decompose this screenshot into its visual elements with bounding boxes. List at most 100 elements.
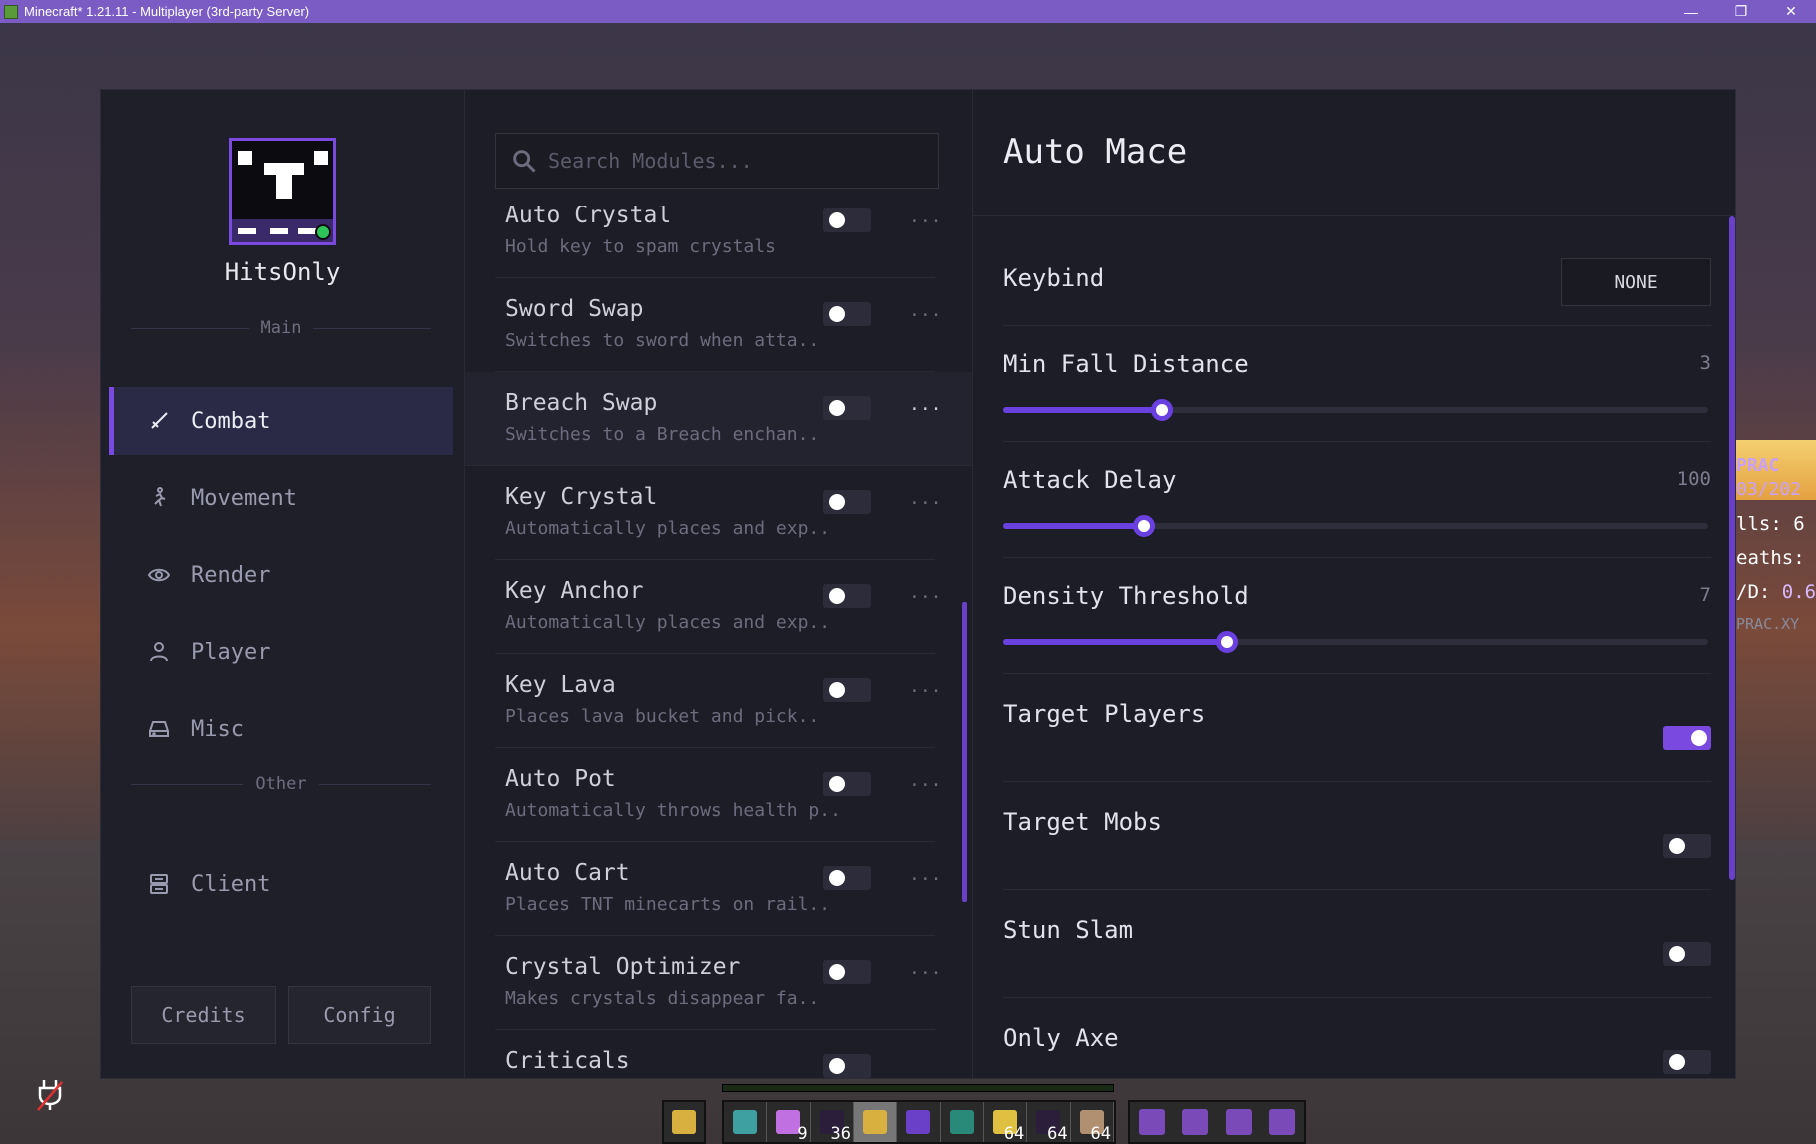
sidebar-item-client[interactable]: Client: [109, 850, 453, 918]
hotbar-slot[interactable]: 64: [1071, 1102, 1114, 1144]
module-more-button[interactable]: ...: [909, 206, 942, 227]
module-name: Sword Swap: [505, 296, 644, 322]
setting-toggle[interactable]: [1663, 1050, 1711, 1074]
module-description: Switches to sword when atta..: [505, 330, 820, 351]
settings-header: Auto Mace: [973, 90, 1735, 216]
module-criticals[interactable]: Criticals: [495, 1030, 935, 1078]
window-controls: — ❐ ✕: [1666, 0, 1816, 23]
section-divider-other: Other: [131, 774, 431, 794]
module-toggle[interactable]: [823, 960, 871, 984]
hotbar-slot[interactable]: 64: [984, 1102, 1028, 1144]
hotbar-slot[interactable]: 64: [1027, 1102, 1071, 1144]
module-toggle[interactable]: [823, 772, 871, 796]
module-auto-crystal[interactable]: Auto Crystal Hold key to spam crystals .…: [495, 206, 942, 278]
module-description: Hold key to spam crystals: [505, 236, 776, 257]
sidebar-item-label: Player: [191, 639, 271, 665]
experience-bar: [722, 1084, 1114, 1092]
setting-toggle[interactable]: [1663, 834, 1711, 858]
minimize-button[interactable]: —: [1666, 0, 1716, 23]
sidebar-item-player[interactable]: Player: [109, 618, 453, 686]
search-bar[interactable]: [495, 133, 939, 189]
module-toggle[interactable]: [823, 866, 871, 890]
person-icon: [147, 640, 171, 664]
setting-value: 100: [1676, 468, 1711, 490]
hud-site: PRAC.XY: [1736, 615, 1800, 633]
setting-toggle[interactable]: [1663, 942, 1711, 966]
module-more-button[interactable]: ...: [909, 582, 942, 603]
sidebar-item-misc[interactable]: Misc: [109, 695, 453, 763]
module-description: Places TNT minecarts on rail..: [505, 894, 831, 915]
sword-icon: [147, 409, 171, 433]
setting-label: Attack Delay: [1003, 466, 1177, 494]
module-name: Crystal Optimizer: [505, 954, 741, 980]
boots-icon: [1138, 1109, 1165, 1135]
setting-label: Target Mobs: [1003, 808, 1162, 836]
module-toggle[interactable]: [823, 208, 871, 232]
slider-thumb[interactable]: [1150, 399, 1173, 421]
module-toggle[interactable]: [823, 584, 871, 608]
module-toggle[interactable]: [823, 490, 871, 514]
sidebar-item-label: Combat: [191, 408, 271, 434]
armor-bar: [1128, 1100, 1306, 1144]
hotbar-slot[interactable]: [853, 1102, 898, 1142]
module-crystal-optimizer[interactable]: Crystal Optimizer Makes crystals disappe…: [495, 936, 942, 1030]
sidebar-item-render[interactable]: Render: [109, 541, 453, 609]
module-toggle[interactable]: [823, 302, 871, 326]
module-more-button[interactable]: ...: [909, 676, 942, 697]
server-icon: [147, 872, 171, 896]
module-name: Criticals: [505, 1048, 630, 1074]
hotbar-slot[interactable]: [897, 1102, 941, 1142]
settings-scrollbar[interactable]: [1729, 216, 1735, 880]
module-toggle[interactable]: [823, 1054, 871, 1078]
setting-toggle[interactable]: [1663, 726, 1711, 750]
module-more-button[interactable]: ...: [909, 864, 942, 885]
close-button[interactable]: ✕: [1766, 0, 1816, 23]
hotbar-slot[interactable]: 9: [767, 1102, 811, 1144]
search-input[interactable]: [548, 149, 908, 173]
modules-scroll-area[interactable]: Auto Crystal Hold key to spam crystals .…: [465, 206, 972, 1078]
module-more-button[interactable]: ...: [909, 300, 942, 321]
module-sword-swap[interactable]: Sword Swap Switches to sword when atta..…: [495, 278, 942, 372]
module-key-lava[interactable]: Key Lava Places lava bucket and pick.. .…: [495, 654, 942, 748]
section-divider-main: Main: [131, 318, 432, 338]
slider-thumb[interactable]: [1133, 515, 1155, 537]
setting-attack-delay: Attack Delay 100: [1003, 442, 1711, 558]
restore-button[interactable]: ❐: [1716, 0, 1766, 23]
module-breach-swap[interactable]: Breach Swap Switches to a Breach enchan.…: [465, 372, 972, 466]
module-more-button[interactable]: ...: [909, 770, 942, 791]
sidebar-item-label: Render: [191, 562, 271, 588]
sidebar-item-movement[interactable]: Movement: [109, 464, 453, 532]
setting-label: Only Axe: [1003, 1024, 1119, 1052]
hotbar-slot[interactable]: [941, 1102, 984, 1142]
module-auto-pot[interactable]: Auto Pot Automatically throws health p..…: [495, 748, 942, 842]
module-toggle[interactable]: [823, 396, 871, 420]
module-more-button[interactable]: ...: [909, 394, 942, 415]
hud-kd-value: 0.67: [1781, 581, 1816, 603]
slider-thumb[interactable]: [1216, 631, 1239, 653]
module-more-button[interactable]: ...: [909, 958, 942, 979]
slider-track[interactable]: [1003, 515, 1708, 537]
module-more-button[interactable]: ...: [909, 488, 942, 509]
username: HitsOnly: [224, 258, 341, 286]
config-button[interactable]: Config: [288, 986, 431, 1044]
sword-icon: [733, 1110, 758, 1134]
hotbar-slot[interactable]: 36: [811, 1102, 854, 1144]
slider-track[interactable]: [1003, 399, 1708, 421]
module-key-crystal[interactable]: Key Crystal Automatically places and exp…: [495, 466, 942, 560]
sidebar-item-label: Movement: [191, 485, 297, 511]
category-sidebar: HitsOnly Main Combat Movement Render Pla…: [101, 90, 465, 1078]
module-name: Auto Crystal: [505, 206, 672, 228]
setting-label: Min Fall Distance: [1003, 350, 1249, 378]
module-auto-cart[interactable]: Auto Cart Places TNT minecarts on rail..…: [495, 842, 942, 936]
sidebar-item-combat[interactable]: Combat: [109, 387, 453, 455]
credits-button[interactable]: Credits: [131, 986, 276, 1044]
hotbar-slot[interactable]: [724, 1102, 768, 1142]
slider-track[interactable]: [1003, 631, 1708, 653]
module-list-scrollbar[interactable]: [962, 602, 967, 902]
keybind-button[interactable]: NONE: [1561, 258, 1711, 306]
armor-slot: [1217, 1102, 1261, 1142]
module-key-anchor[interactable]: Key Anchor Automatically places and exp.…: [495, 560, 942, 654]
hud-date: 03/202: [1736, 479, 1802, 500]
module-toggle[interactable]: [823, 678, 871, 702]
totem-icon: [672, 1110, 696, 1134]
